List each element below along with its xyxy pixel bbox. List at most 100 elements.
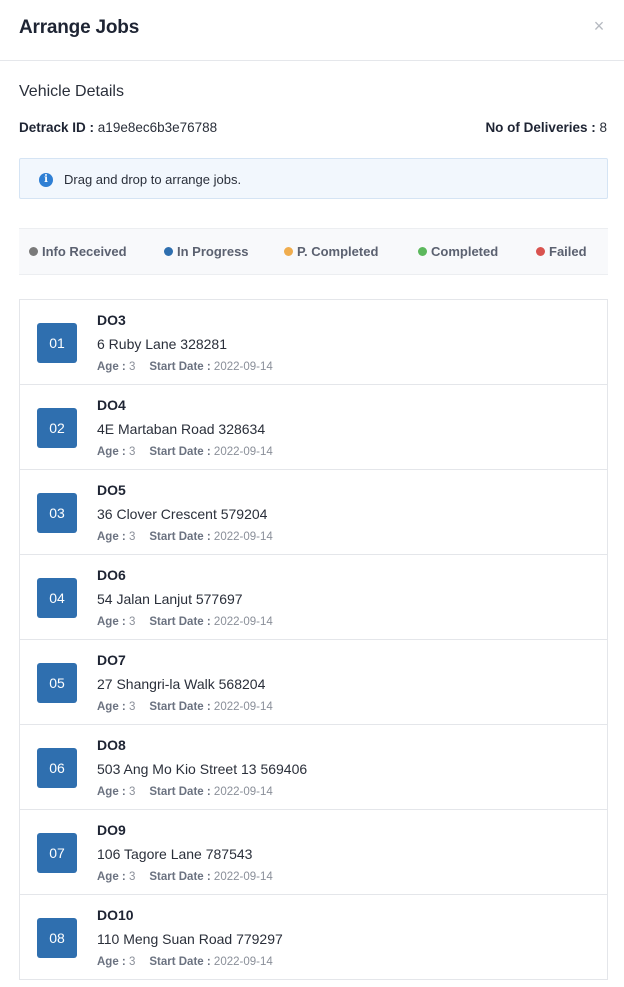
vehicle-details-title: Vehicle Details [19,83,124,100]
job-start-date-value: 2022-09-14 [213,361,273,373]
legend-dot-icon [284,247,293,256]
job-index-badge: 06 [37,748,77,788]
job-start-date-value: 2022-09-14 [213,786,273,798]
job-age-label: Age : [97,531,126,543]
legend-dot-icon [418,247,427,256]
job-age-value: 3 [128,361,136,373]
job-row[interactable]: 04 DO6 54 Jalan Lanjut 577697 Age : 3 Start … [20,555,607,640]
job-index-badge: 08 [37,918,77,958]
job-index-badge: 07 [37,833,77,873]
job-code: DO6 [97,567,126,583]
legend-dot-icon [536,247,545,256]
job-code: DO7 [97,652,126,668]
job-meta: Age : 3 Start Date : 2022-09-14 [97,446,273,458]
job-index-badge: 02 [37,408,77,448]
status-legend: Info Received In Progress P. Completed Comp… [19,228,608,275]
job-row[interactable]: 05 DO7 27 Shangri-la Walk 568204 Age : 3 Sta… [20,640,607,725]
job-age-value: 3 [128,616,136,628]
job-start-date-label: Start Date : [149,616,211,628]
legend-item: Info Received [29,244,127,259]
job-meta: Age : 3 Start Date : 2022-09-14 [97,616,273,628]
job-address: 106 Tagore Lane 787543 [97,846,253,862]
job-meta: Age : 3 Start Date : 2022-09-14 [97,786,273,798]
job-age-label: Age : [97,616,126,628]
job-index-badge: 03 [37,493,77,533]
job-address: 36 Clover Crescent 579204 [97,506,268,522]
legend-dot-icon [29,247,38,256]
detrack-id-label: Detrack ID : [19,120,95,135]
job-row[interactable]: 01 DO3 6 Ruby Lane 328281 Age : 3 Start Date… [20,300,607,385]
job-meta: Age : 3 Start Date : 2022-09-14 [97,531,273,543]
job-index-badge: 04 [37,578,77,618]
job-age-label: Age : [97,701,126,713]
legend-label: Info Received [42,244,127,259]
job-start-date-label: Start Date : [149,786,211,798]
job-age-value: 3 [128,956,136,968]
job-code: DO4 [97,397,126,413]
job-age-value: 3 [128,701,136,713]
close-icon[interactable]: × [590,17,608,35]
job-meta: Age : 3 Start Date : 2022-09-14 [97,956,273,968]
modal-title: Arrange Jobs [19,17,140,38]
job-code: DO10 [97,907,134,923]
job-age-label: Age : [97,786,126,798]
job-age-label: Age : [97,446,126,458]
detrack-id: Detrack ID : a19e8ec6b3e76788 [19,120,217,135]
job-age-label: Age : [97,871,126,883]
job-meta: Age : 3 Start Date : 2022-09-14 [97,871,273,883]
job-address: 503 Ang Mo Kio Street 13 569406 [97,761,308,777]
job-row[interactable]: 02 DO4 4E Martaban Road 328634 Age : 3 Start… [20,385,607,470]
modal-header: Arrange Jobs × [0,0,624,61]
job-age-value: 3 [128,786,136,798]
job-address: 54 Jalan Lanjut 577697 [97,591,243,607]
job-start-date-label: Start Date : [149,531,211,543]
arrange-jobs-modal: Arrange Jobs × Vehicle Details Detrack I… [0,0,624,987]
legend-label: Completed [431,244,499,259]
job-start-date-label: Start Date : [149,701,211,713]
job-start-date-value: 2022-09-14 [213,701,273,713]
job-code: DO5 [97,482,126,498]
job-row[interactable]: 03 DO5 36 Clover Crescent 579204 Age : 3 Sta… [20,470,607,555]
deliveries-count-label: No of Deliveries : [485,120,596,135]
legend-item: In Progress [164,244,249,259]
job-address: 4E Martaban Road 328634 [97,421,266,437]
legend-item: Completed [418,244,498,259]
job-age-label: Age : [97,956,126,968]
legend-label: In Progress [177,244,249,259]
job-start-date-value: 2022-09-14 [213,616,273,628]
job-start-date-label: Start Date : [149,871,211,883]
job-row[interactable]: 06 DO8 503 Ang Mo Kio Street 13 569406 Age … [20,725,607,810]
job-start-date-value: 2022-09-14 [213,446,273,458]
legend-item: Failed [536,244,587,259]
legend-label: Failed [549,244,587,259]
deliveries-count-value: 8 [599,120,607,135]
job-age-value: 3 [128,446,136,458]
job-start-date-label: Start Date : [149,446,211,458]
job-index-badge: 05 [37,663,77,703]
job-code: DO8 [97,737,126,753]
job-start-date-value: 2022-09-14 [213,956,273,968]
job-row[interactable]: 07 DO9 106 Tagore Lane 787543 Age : 3 Start … [20,810,607,895]
info-alert: i Drag and drop to arrange jobs. [19,158,608,199]
job-start-date-label: Start Date : [149,956,211,968]
job-age-label: Age : [97,361,126,373]
job-age-value: 3 [128,871,136,883]
job-code: DO3 [97,312,126,328]
job-start-date-value: 2022-09-14 [213,871,273,883]
job-address: 110 Meng Suan Road 779297 [97,931,283,947]
job-code: DO9 [97,822,126,838]
job-list: 01 DO3 6 Ruby Lane 328281 Age : 3 Start Date… [19,299,608,980]
deliveries-count: No of Deliveries : 8 [485,120,607,135]
job-meta: Age : 3 Start Date : 2022-09-14 [97,701,273,713]
job-start-date-label: Start Date : [149,361,211,373]
legend-dot-icon [164,247,173,256]
detrack-id-value: a19e8ec6b3e76788 [97,120,218,135]
job-meta: Age : 3 Start Date : 2022-09-14 [97,361,273,373]
legend-label: P. Completed [297,244,379,259]
job-address: 27 Shangri-la Walk 568204 [97,676,266,692]
job-age-value: 3 [128,531,136,543]
job-address: 6 Ruby Lane 328281 [97,336,227,352]
job-index-badge: 01 [37,323,77,363]
job-row[interactable]: 08 DO10 110 Meng Suan Road 779297 Age : 3 St… [20,895,607,979]
info-icon: i [39,173,53,187]
